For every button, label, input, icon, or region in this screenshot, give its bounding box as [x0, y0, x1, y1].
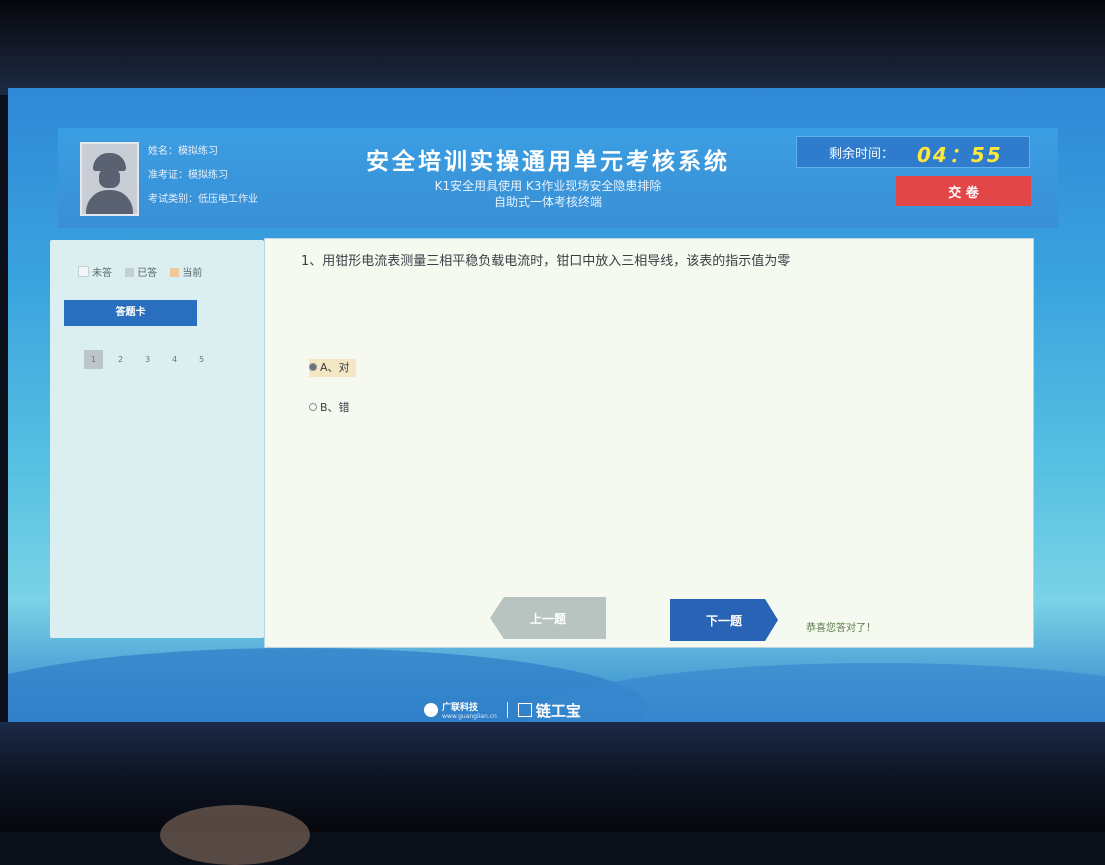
radio-checked-icon	[309, 363, 317, 371]
page-title: 安全培训实操通用单元考核系统	[366, 149, 730, 175]
background-wave	[528, 663, 1105, 728]
brand2-name: 链工宝	[535, 701, 581, 720]
page-subtitle: K1安全用具使用 K3作业现场安全隐患排除 自助式一体考核终端	[348, 178, 748, 210]
question-panel: 1、用钳形电流表测量三相平稳负载电流时，钳口中放入三相导线，该表的指示值为零 A…	[264, 238, 1034, 648]
option-a[interactable]: A、对	[309, 359, 356, 377]
footer-logos: 广联科技 www.guanglian.cn 链工宝	[424, 696, 581, 724]
legend-answered-label: 已答	[137, 268, 158, 279]
submit-exam-button[interactable]: 交 卷	[896, 176, 1031, 206]
brand1-name: 广联科技	[442, 703, 479, 713]
timer-value: 04：55	[917, 143, 1003, 167]
avatar-shoulders	[86, 190, 133, 214]
timer-label: 剩余时间：	[829, 147, 895, 162]
legend-answered: 已答	[125, 268, 157, 279]
question-number-button[interactable]: 3	[138, 350, 157, 369]
previous-question-button[interactable]: 上一题	[490, 597, 606, 639]
finger-shadow	[160, 805, 310, 865]
qr-code-icon	[517, 703, 532, 717]
legend-unanswered-label: 未答	[92, 268, 112, 279]
header-panel: 姓名：模拟练习 准考证：模拟练习 考试类别：低压电工作业 安全培训实操通用单元考…	[58, 128, 1058, 228]
answer-feedback: 恭喜您答对了！	[806, 623, 876, 634]
brand1-url: www.guanglian.cn	[442, 713, 497, 720]
guanglian-logo-icon	[424, 703, 438, 717]
question-number-button[interactable]: 1	[84, 350, 103, 369]
question-number-button[interactable]: 5	[192, 350, 211, 369]
question-number-list: 1 2 3 4 5	[84, 350, 211, 369]
question-text: 1、用钳形电流表测量三相平稳负载电流时，钳口中放入三相导线，该表的指示值为零	[301, 254, 791, 269]
legend-current-label: 当前	[182, 268, 203, 279]
avatar	[80, 142, 139, 216]
subtitle-line-1: K1安全用具使用 K3作业现场安全隐患排除	[434, 179, 662, 193]
user-info: 姓名：模拟练习 准考证：模拟练习 考试类别：低压电工作业	[148, 142, 258, 214]
brand-logo-lianggongbao: 链工宝	[517, 700, 581, 721]
user-ticket: 准考证：模拟练习	[148, 170, 228, 181]
user-name: 姓名：模拟练习	[148, 146, 218, 157]
question-number-button[interactable]: 2	[111, 350, 130, 369]
current-swatch	[170, 268, 180, 277]
avatar-face	[99, 168, 120, 188]
status-legend: 未答 已答 当前	[78, 264, 212, 279]
option-b-label: B、错	[320, 401, 350, 414]
answered-swatch	[125, 268, 135, 277]
question-number-button[interactable]: 4	[165, 350, 184, 369]
monitor-bezel-top	[0, 0, 1105, 95]
brand-logo-guanglian: 广联科技 www.guanglian.cn	[424, 700, 497, 720]
unanswered-swatch	[78, 266, 89, 277]
footer-divider	[506, 702, 508, 718]
option-a-label: A、对	[320, 361, 350, 374]
subtitle-line-2: 自助式一体考核终端	[493, 195, 602, 209]
next-question-button[interactable]: 下一题	[670, 599, 778, 641]
radio-unchecked-icon	[309, 403, 317, 411]
monitor-bezel-bottom	[0, 722, 1105, 832]
user-category: 考试类别：低压电工作业	[148, 194, 258, 205]
exam-screen: 姓名：模拟练习 准考证：模拟练习 考试类别：低压电工作业 安全培训实操通用单元考…	[8, 88, 1105, 728]
tab-answer-card[interactable]: 答题卡	[64, 300, 197, 326]
answer-card-panel: 未答 已答 当前 答题卡 1 2 3 4 5	[50, 240, 264, 638]
legend-current: 当前	[170, 268, 202, 279]
countdown-timer: 剩余时间： 04：55	[796, 136, 1030, 168]
legend-unanswered: 未答	[78, 266, 112, 279]
option-b[interactable]: B、错	[309, 399, 356, 417]
